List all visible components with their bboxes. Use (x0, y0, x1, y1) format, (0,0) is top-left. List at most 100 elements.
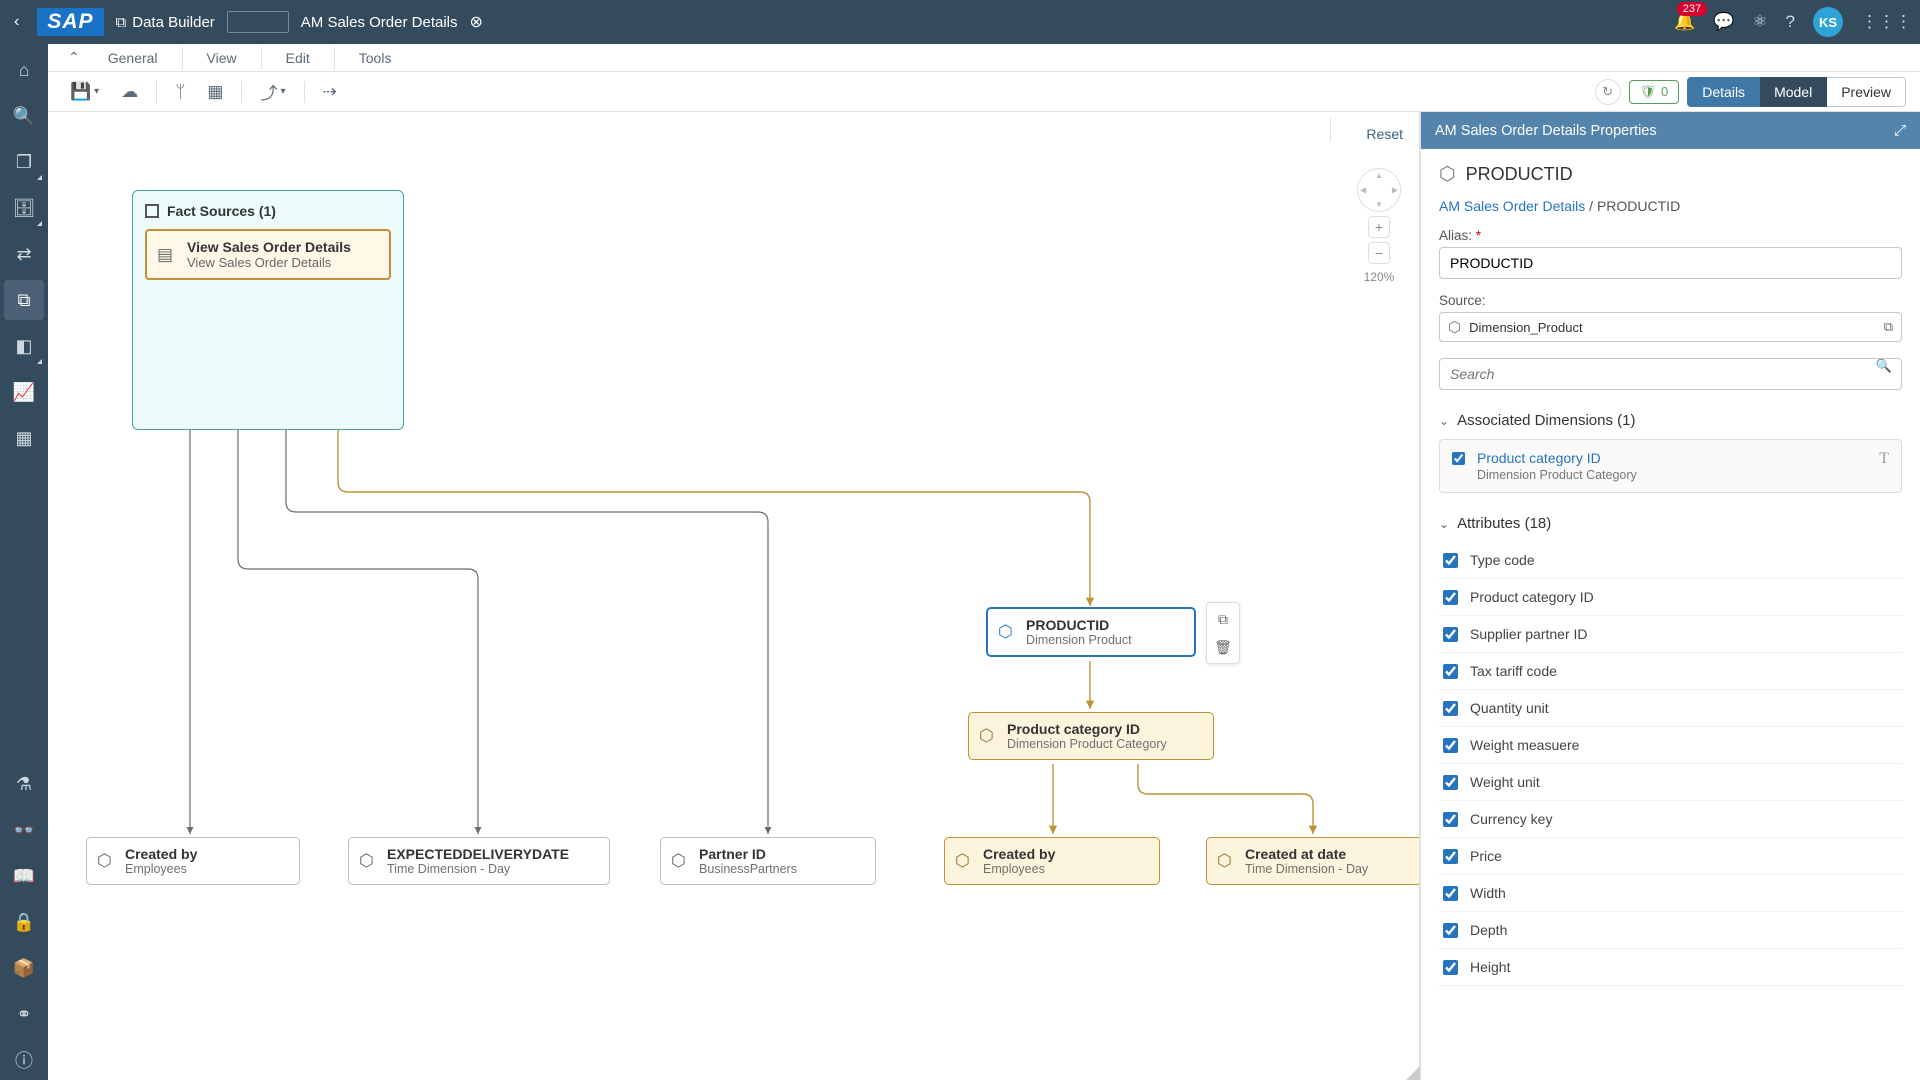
activity-icon[interactable]: ⚛ (1752, 12, 1767, 32)
main-area: ⌃ General View Edit Tools 💾▾ ☁ ᛘ ▦ ⤴▾ ⇢ … (48, 44, 1920, 1080)
attribute-row[interactable]: Price (1439, 838, 1902, 875)
menu-edit[interactable]: Edit (266, 44, 330, 71)
attribute-row[interactable]: Tax tariff code (1439, 653, 1902, 690)
delete-node-button[interactable]: 🗑 (1209, 633, 1237, 661)
history-button[interactable]: ↻ (1595, 79, 1621, 105)
breadcrumb-selector[interactable] (227, 11, 289, 33)
rail-model[interactable]: ⧉ (4, 280, 44, 320)
attribute-row[interactable]: Width (1439, 875, 1902, 912)
attribute-label: Supplier partner ID (1470, 626, 1588, 642)
attribute-label: Type code (1470, 552, 1535, 568)
attribute-checkbox[interactable] (1443, 627, 1458, 642)
dimension-name: Product category ID (1477, 450, 1637, 466)
preview-tab[interactable]: Preview (1827, 77, 1906, 107)
rail-storage[interactable]: 🗄 (4, 188, 44, 228)
resize-handle[interactable] (1406, 1066, 1420, 1080)
rail-cube[interactable]: ◧ (4, 326, 44, 366)
reset-button[interactable]: Reset (1358, 122, 1411, 146)
attribute-row[interactable]: Product category ID (1439, 579, 1902, 616)
rail-chart[interactable]: 📈 (4, 372, 44, 412)
attribute-row[interactable]: Type code (1439, 542, 1902, 579)
attribute-row[interactable]: Weight unit (1439, 764, 1902, 801)
collapse-menu-button[interactable]: ⌃ (60, 49, 88, 66)
menu-view[interactable]: View (187, 44, 257, 71)
data-builder-icon: ⧉ (116, 14, 127, 31)
attribute-row[interactable]: Depth (1439, 912, 1902, 949)
zoom-in-button[interactable]: + (1368, 216, 1390, 238)
fact-item-title: View Sales Order Details (187, 239, 377, 255)
attribute-row[interactable]: Quantity unit (1439, 690, 1902, 727)
attributes-section[interactable]: ⌄ Attributes (18) (1439, 515, 1902, 532)
rail-home[interactable]: ⌂ (4, 50, 44, 90)
zoom-out-button[interactable]: − (1368, 242, 1390, 264)
node-expected-delivery[interactable]: ⬡ EXPECTEDDELIVERYDATE Time Dimension - … (348, 837, 610, 885)
rail-dashboard[interactable]: ▦ (4, 418, 44, 458)
attribute-checkbox[interactable] (1443, 590, 1458, 605)
export-button[interactable]: ⤴▾ (252, 75, 293, 108)
node-productid[interactable]: ⬡ PRODUCTID Dimension Product (986, 607, 1196, 657)
associated-dimension-item[interactable]: Product category ID Dimension Product Ca… (1439, 439, 1902, 493)
attribute-row[interactable]: Supplier partner ID (1439, 616, 1902, 653)
chat-icon[interactable]: 💬 (1713, 12, 1734, 32)
open-node-button[interactable]: ⧉ (1209, 605, 1237, 633)
menu-tools[interactable]: Tools (339, 44, 412, 71)
fact-item-view-sales-order[interactable]: ▤ View Sales Order Details View Sales Or… (145, 229, 391, 280)
validation-badge[interactable]: 🛡 0 (1629, 80, 1680, 104)
diagram-button[interactable]: ᛘ (167, 78, 193, 106)
rail-package[interactable]: 📦 (4, 948, 44, 988)
breadcrumb-app[interactable]: ⧉ Data Builder (116, 14, 215, 31)
help-icon[interactable]: ? (1786, 12, 1795, 32)
alias-input[interactable] (1439, 247, 1902, 279)
attribute-row[interactable]: Weight measuere (1439, 727, 1902, 764)
notifications-button[interactable]: 🔔 237 (1674, 12, 1695, 32)
attribute-checkbox[interactable] (1443, 738, 1458, 753)
close-tab-button[interactable]: ⊗ (470, 12, 483, 32)
expand-panel-button[interactable]: ⤢ (1894, 122, 1906, 139)
attribute-checkbox[interactable] (1443, 923, 1458, 938)
rail-tool1[interactable]: ⚗ (4, 764, 44, 804)
node-created-at[interactable]: ⬡ Created at date Time Dimension - Day (1206, 837, 1420, 885)
attribute-checkbox[interactable] (1443, 553, 1458, 568)
deploy-button[interactable]: ☁ (113, 78, 146, 106)
user-avatar[interactable]: KS (1813, 7, 1843, 37)
back-button[interactable]: ‹ (8, 9, 25, 35)
save-button[interactable]: 💾▾ (62, 78, 107, 106)
model-tab[interactable]: Model (1760, 77, 1827, 107)
rail-flows[interactable]: ⇄ (4, 234, 44, 274)
pan-control[interactable]: ▲▼◀▶ (1357, 168, 1401, 212)
fact-sources-group[interactable]: Fact Sources (1) ▤ View Sales Order Deta… (132, 190, 404, 430)
node-created-by-2[interactable]: ⬡ Created by Employees (944, 837, 1160, 885)
attribute-checkbox[interactable] (1443, 960, 1458, 975)
properties-breadcrumb: AM Sales Order Details / PRODUCTID (1439, 198, 1902, 214)
associated-dimensions-section[interactable]: ⌄ Associated Dimensions (1) (1439, 412, 1902, 429)
node-created-by-1[interactable]: ⬡ Created by Employees (86, 837, 300, 885)
rail-search[interactable]: 🔍 (4, 96, 44, 136)
attribute-checkbox[interactable] (1443, 849, 1458, 864)
attribute-checkbox[interactable] (1443, 812, 1458, 827)
open-source-button[interactable]: ⧉ (1884, 319, 1893, 335)
rail-view[interactable]: 👓 (4, 810, 44, 850)
rail-share[interactable]: ⚭ (4, 994, 44, 1034)
attribute-checkbox[interactable] (1443, 775, 1458, 790)
node-partner-id[interactable]: ⬡ Partner ID BusinessPartners (660, 837, 876, 885)
attribute-checkbox[interactable] (1443, 701, 1458, 716)
rail-info[interactable]: ⓘ (4, 1040, 44, 1080)
dimension-checkbox[interactable] (1452, 452, 1465, 465)
search-input[interactable] (1439, 358, 1902, 390)
details-tab[interactable]: Details (1687, 77, 1760, 107)
diagram-canvas[interactable]: Reset ▲▼◀▶ + − 120% (48, 112, 1420, 1080)
rail-copy[interactable]: ❐ (4, 142, 44, 182)
breadcrumb-parent-link[interactable]: AM Sales Order Details (1439, 198, 1585, 214)
attribute-checkbox[interactable] (1443, 886, 1458, 901)
attribute-row[interactable]: Currency key (1439, 801, 1902, 838)
attribute-row[interactable]: Height (1439, 949, 1902, 986)
properties-header: AM Sales Order Details Properties ⤢ (1421, 112, 1920, 149)
rail-book[interactable]: 📖 (4, 856, 44, 896)
rail-lock[interactable]: 🔒 (4, 902, 44, 942)
app-grid-icon[interactable]: ⋮⋮⋮ (1861, 12, 1912, 32)
relations-button[interactable]: ⇢ (315, 78, 345, 106)
node-product-category[interactable]: ⬡ Product category ID Dimension Product … (968, 712, 1214, 760)
menu-general[interactable]: General (88, 44, 178, 71)
attribute-checkbox[interactable] (1443, 664, 1458, 679)
grid-button[interactable]: ▦ (199, 78, 231, 106)
